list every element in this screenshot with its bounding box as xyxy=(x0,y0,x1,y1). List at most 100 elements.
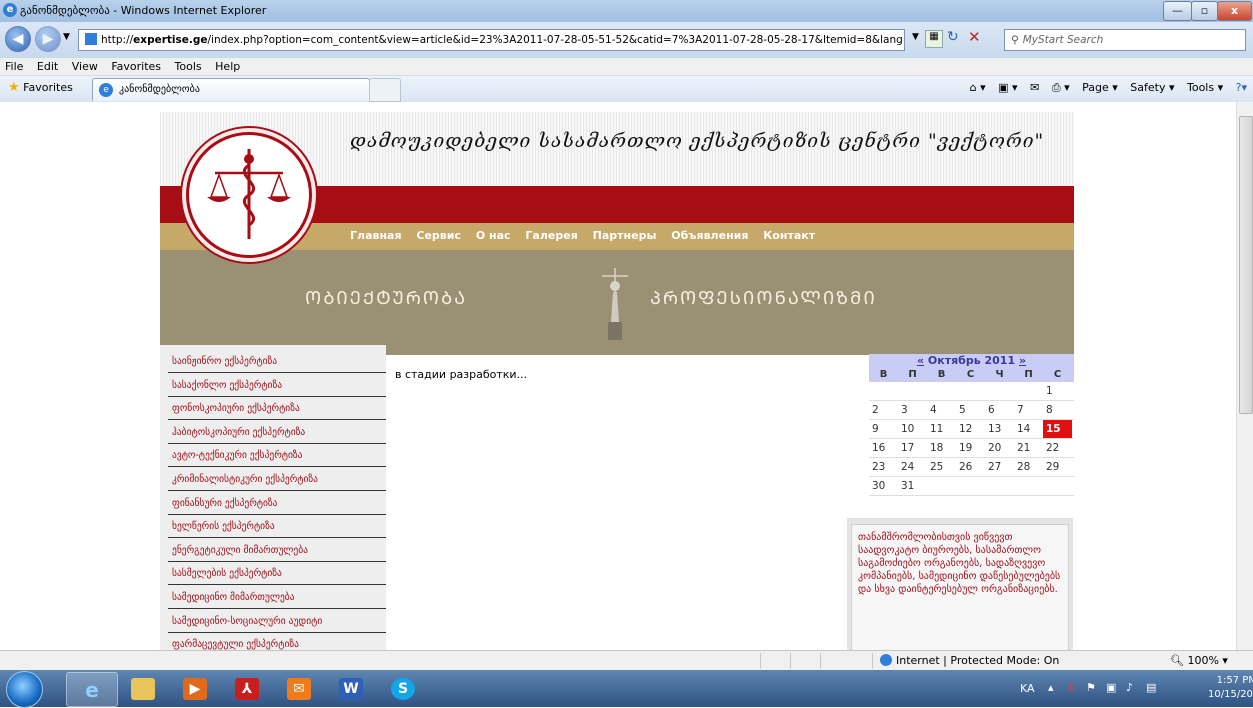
help-icon[interactable]: ?▾ xyxy=(1236,81,1247,94)
left-menu-item[interactable]: სამედიცინო-სოციალური აუდიტი xyxy=(168,612,386,633)
nav-announcements[interactable]: Объявления xyxy=(671,229,748,242)
calendar-day[interactable]: 31 xyxy=(898,477,927,495)
forward-button[interactable]: ▶ xyxy=(35,26,61,52)
calendar-day[interactable]: 21 xyxy=(1014,439,1043,457)
left-menu-item[interactable]: ავტო-ტექნიკური ექსპერტიზა xyxy=(168,446,386,468)
taskbar-ie[interactable]: e xyxy=(66,672,118,707)
close-window-button[interactable]: x xyxy=(1217,1,1252,21)
show-hidden-icons[interactable]: ▴ xyxy=(1048,681,1054,694)
menu-file[interactable]: File xyxy=(0,58,28,73)
left-menu-item[interactable]: კრიმინალისტიკური ექსპერტიზა xyxy=(168,470,386,491)
left-menu-item[interactable]: საინჟინრო ექსპერტიზა xyxy=(168,352,386,373)
calendar-day[interactable]: 24 xyxy=(898,458,927,476)
left-menu-item[interactable]: ხელწერის ექსპერტიზა xyxy=(168,517,386,539)
left-menu-item[interactable]: ფონოსკოპიური ექსპერტიზა xyxy=(168,399,386,421)
taskbar-explorer[interactable] xyxy=(118,672,168,705)
calendar-day[interactable]: 11 xyxy=(927,420,956,438)
calendar-day[interactable]: 23 xyxy=(869,458,898,476)
address-input[interactable]: http://expertise.ge/index.php?option=com… xyxy=(78,29,905,51)
calendar-day[interactable]: 4 xyxy=(927,401,956,419)
nav-partners[interactable]: Партнеры xyxy=(593,229,657,242)
clock[interactable]: 1:57 PM 10/15/2011 xyxy=(1208,674,1253,702)
calendar-day[interactable]: 29 xyxy=(1043,458,1072,476)
left-menu-item[interactable]: სამედიცინო მიმართულება xyxy=(168,588,386,609)
calendar-day[interactable]: 10 xyxy=(898,420,927,438)
left-menu-item[interactable]: ენერგეტიკული მიმართულება xyxy=(168,541,386,562)
menu-help[interactable]: Help xyxy=(210,58,245,73)
home-icon[interactable]: ⌂ ▾ xyxy=(970,81,986,94)
menu-edit[interactable]: Edit xyxy=(32,58,63,73)
calendar-day[interactable]: 26 xyxy=(956,458,985,476)
calendar-day[interactable]: 7 xyxy=(1014,401,1043,419)
calendar-day[interactable]: 20 xyxy=(985,439,1014,457)
minimize-button[interactable]: — xyxy=(1163,1,1192,21)
left-menu-item[interactable]: ფინანსური ექსპერტიზა xyxy=(168,494,386,515)
calendar-day[interactable]: 16 xyxy=(869,439,898,457)
calendar-prev-link[interactable]: « xyxy=(917,354,924,367)
calendar-day[interactable]: 14 xyxy=(1014,420,1043,438)
page-menu[interactable]: Page ▾ xyxy=(1082,81,1118,94)
search-input[interactable]: ⚲ MyStart Search xyxy=(1004,29,1246,51)
display-icon[interactable]: ▣ xyxy=(1106,681,1116,694)
calendar-day[interactable]: 18 xyxy=(927,439,956,457)
calendar-day[interactable]: 19 xyxy=(956,439,985,457)
calendar-day[interactable]: 8 xyxy=(1043,401,1072,419)
scrollbar-thumb[interactable] xyxy=(1239,116,1253,414)
left-menu-item[interactable]: ჰაბიტოსკოპიური ექსპერტიზა xyxy=(168,423,386,444)
taskbar-media[interactable]: ▶ xyxy=(170,672,220,705)
back-button[interactable]: ◀ xyxy=(5,26,31,52)
calendar-day[interactable]: 28 xyxy=(1014,458,1043,476)
left-menu-item[interactable]: სასაქონლო ექსპერტიზა xyxy=(168,376,386,397)
calendar-day[interactable]: 12 xyxy=(956,420,985,438)
compatibility-icon[interactable]: ▦ xyxy=(925,30,943,48)
vertical-scrollbar[interactable] xyxy=(1236,102,1253,650)
history-dropdown-icon[interactable]: ▼ xyxy=(63,32,70,42)
calendar-day[interactable]: 25 xyxy=(927,458,956,476)
browser-tab[interactable]: e კანონმდებლობა xyxy=(92,78,370,101)
maximize-button[interactable]: ▫ xyxy=(1191,1,1218,21)
taskbar-skype[interactable]: S xyxy=(378,672,428,705)
feeds-icon[interactable]: ▣ ▾ xyxy=(998,81,1017,94)
zoom-control[interactable]: 🔍︎ 100% ▾ xyxy=(1170,654,1228,667)
language-indicator[interactable]: KA xyxy=(1020,682,1035,695)
print-icon[interactable]: ⎙ ▾ xyxy=(1052,81,1070,94)
tools-menu[interactable]: Tools ▾ xyxy=(1187,81,1223,94)
calendar-next-link[interactable]: » xyxy=(1019,354,1026,367)
volume-icon[interactable]: ♪ xyxy=(1126,681,1133,694)
calendar-day[interactable]: 5 xyxy=(956,401,985,419)
calendar-day[interactable]: 6 xyxy=(985,401,1014,419)
calendar-day[interactable]: 3 xyxy=(898,401,927,419)
menu-favorites[interactable]: Favorites xyxy=(106,58,166,73)
new-tab-button[interactable] xyxy=(369,78,401,102)
left-menu-item[interactable]: ფარმაცევტული ექსპერტიზა xyxy=(168,635,386,650)
calendar-day[interactable]: 17 xyxy=(898,439,927,457)
favorites-button[interactable]: ★ Favorites xyxy=(8,80,73,95)
calendar-day[interactable]: 1 xyxy=(1043,382,1072,400)
address-dropdown-icon[interactable]: ▼ xyxy=(912,32,919,42)
calendar-day[interactable]: 9 xyxy=(869,420,898,438)
nav-service[interactable]: Сервис xyxy=(416,229,461,242)
network-alert-icon[interactable]: ⊗ xyxy=(1066,681,1075,694)
mail-icon[interactable]: ✉ xyxy=(1030,81,1039,94)
nav-gallery[interactable]: Галерея xyxy=(525,229,577,242)
calendar-day[interactable]: 27 xyxy=(985,458,1014,476)
calendar-day[interactable]: 13 xyxy=(985,420,1014,438)
start-button[interactable] xyxy=(6,671,43,708)
flag-icon[interactable]: ⚑ xyxy=(1086,681,1096,694)
taskbar-acrobat[interactable]: ⅄ xyxy=(222,672,272,705)
calendar-day[interactable]: 2 xyxy=(869,401,898,419)
menu-view[interactable]: View xyxy=(67,58,103,73)
calendar-day[interactable]: 15 xyxy=(1043,420,1072,438)
left-menu-item[interactable]: სასმელების ექსპერტიზა xyxy=(168,564,386,586)
nav-about[interactable]: О нас xyxy=(476,229,511,242)
refresh-icon[interactable]: ↻ xyxy=(947,29,959,45)
taskbar-word[interactable]: W xyxy=(326,672,376,705)
stop-icon[interactable]: ✕ xyxy=(968,28,981,46)
nav-contact[interactable]: Контакт xyxy=(763,229,815,242)
nav-home[interactable]: Главная xyxy=(350,229,402,242)
calendar-day[interactable]: 22 xyxy=(1043,439,1072,457)
taskbar-mail[interactable]: ✉ xyxy=(274,672,324,705)
safety-menu[interactable]: Safety ▾ xyxy=(1130,81,1174,94)
network-icon[interactable]: ▤ xyxy=(1146,681,1156,694)
calendar-day[interactable]: 30 xyxy=(869,477,898,495)
